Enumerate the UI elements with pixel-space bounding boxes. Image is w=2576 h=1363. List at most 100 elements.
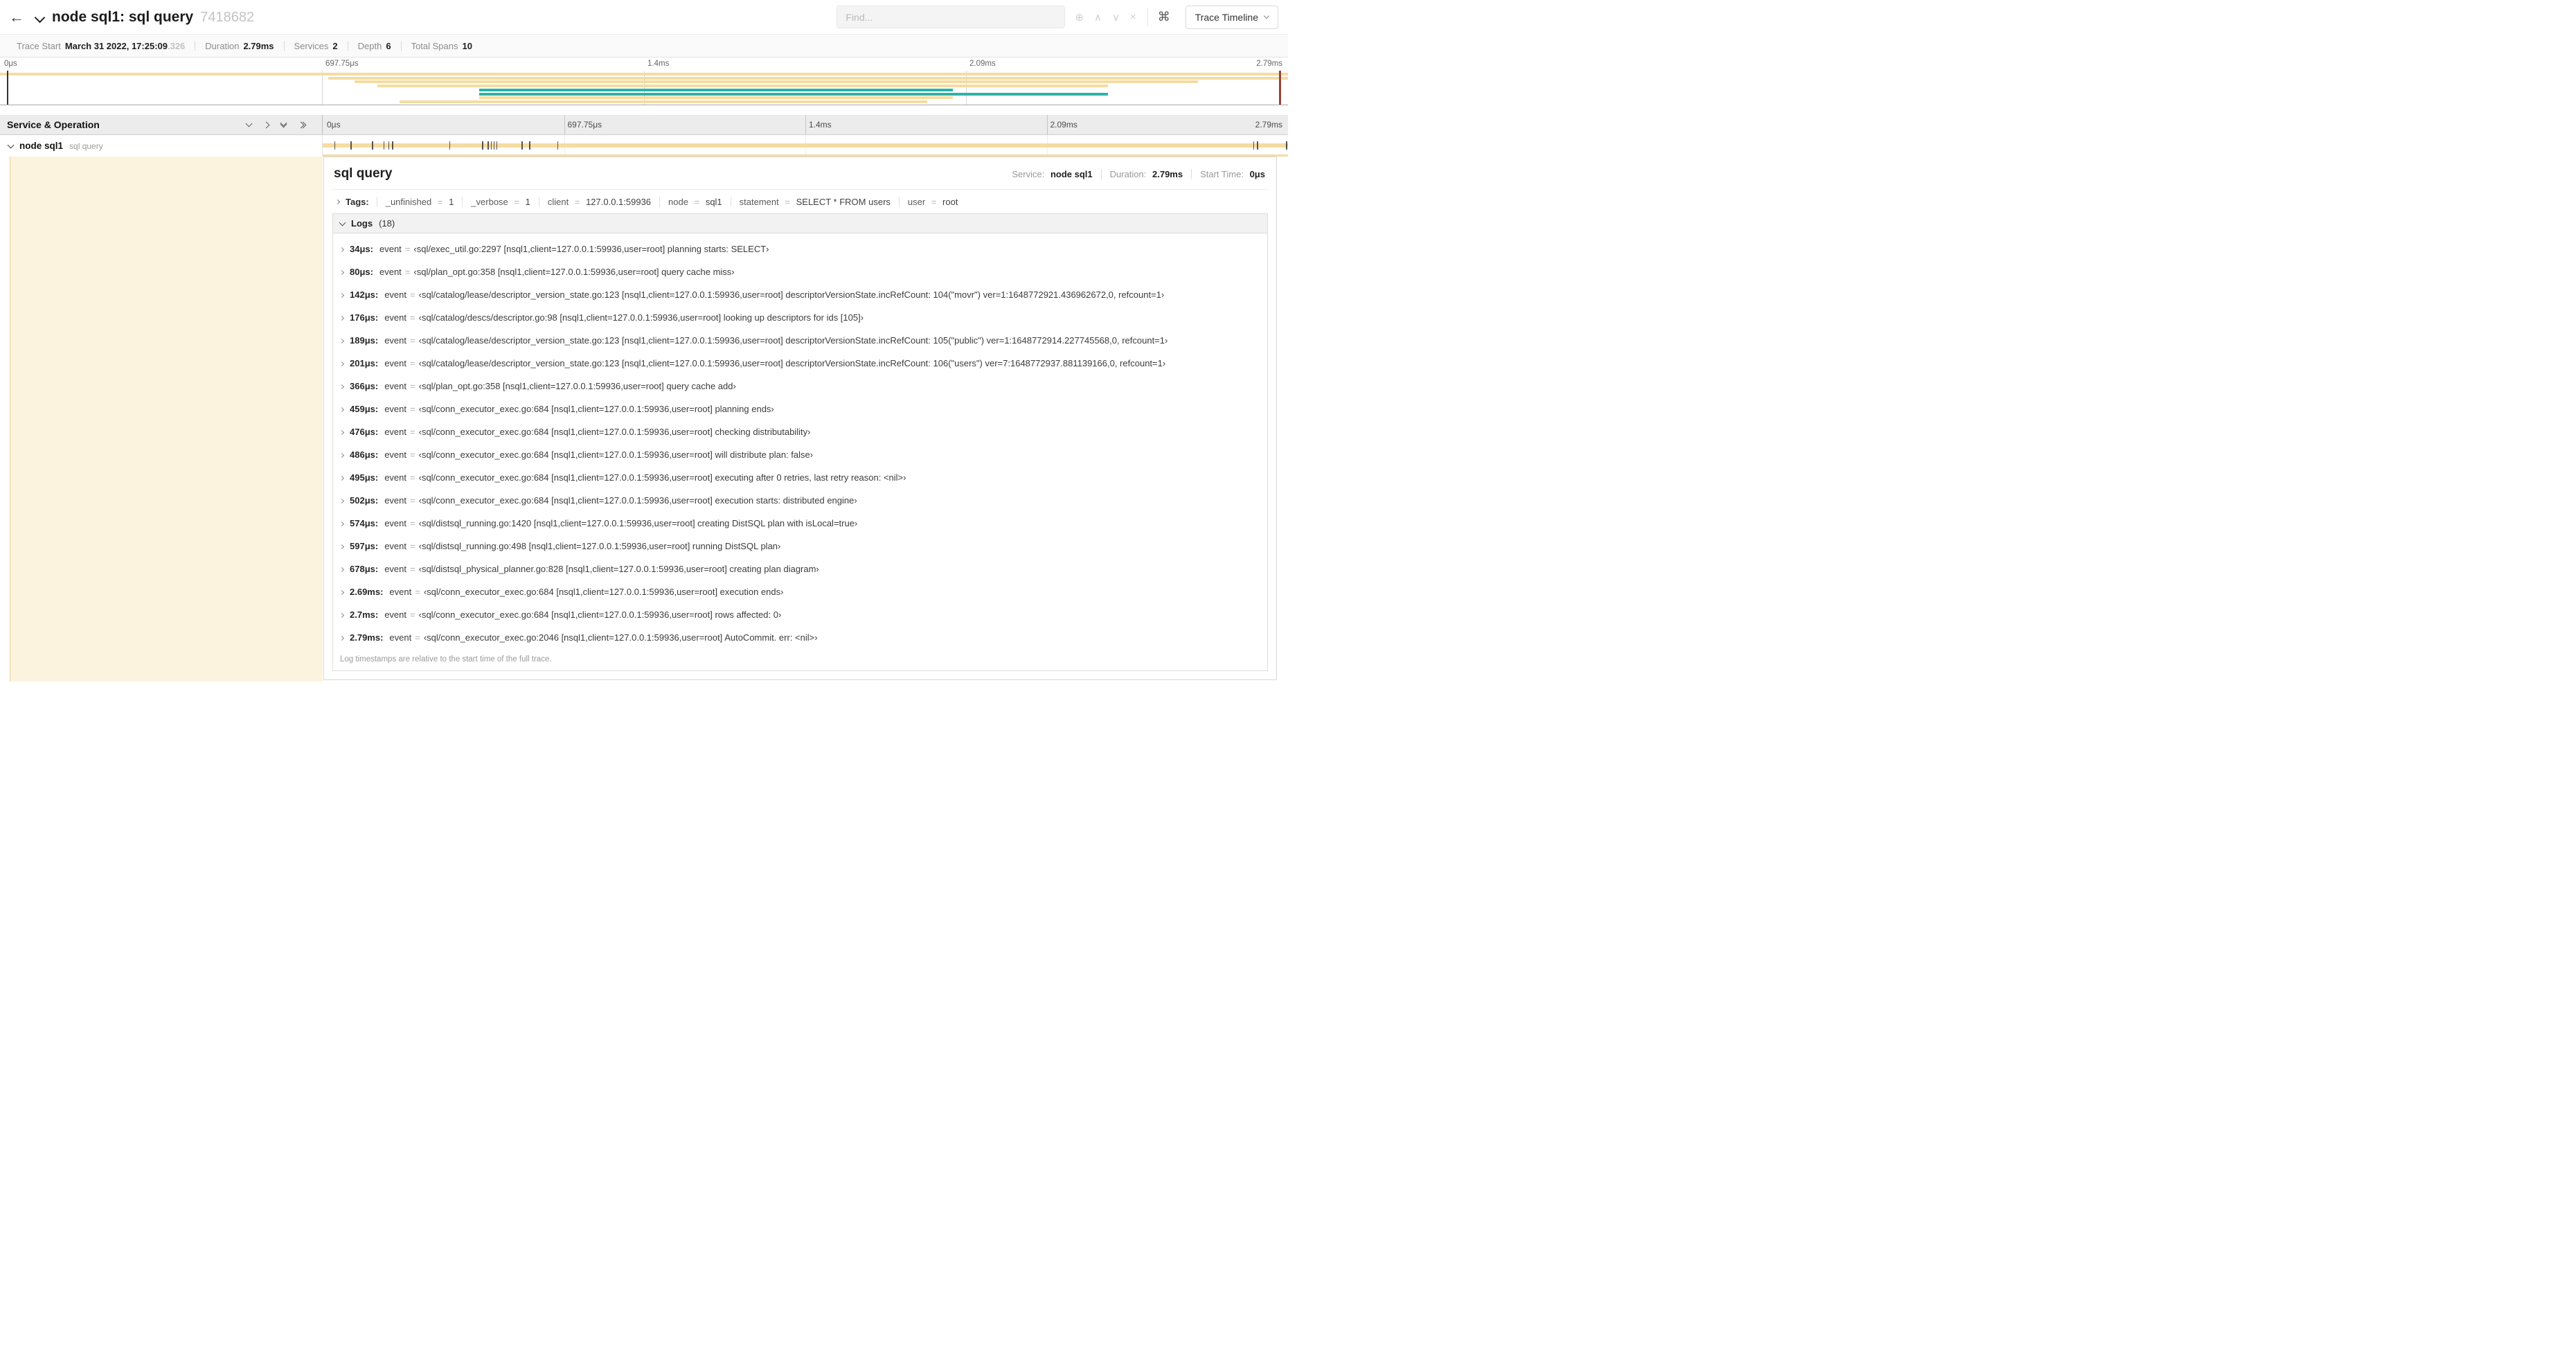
log-text: event = ‹sql/plan_opt.go:358 [nsql1,client… xyxy=(379,267,735,277)
time-tick-label: 0μs xyxy=(4,60,17,68)
log-entry[interactable]: 2.7ms: event = ‹sql/conn_executor_exec.go:… xyxy=(339,609,1260,620)
log-entry[interactable]: 502μs: event = ‹sql/conn_executor_exec.go:… xyxy=(339,495,1260,506)
tag-key: node xyxy=(668,197,688,207)
view-selector-label: Trace Timeline xyxy=(1195,11,1258,23)
find-next-icon[interactable]: ∨ xyxy=(1112,11,1120,24)
log-key: event xyxy=(384,427,407,437)
trace-timeline-page: ← node sql1: sql query 7418682 ⊕ ∧ ∨ × ⌘… xyxy=(0,0,1288,682)
log-value: ‹sql/catalog/lease/descriptor_version_st… xyxy=(418,289,1165,300)
logs-header[interactable]: Logs (18) xyxy=(333,214,1267,233)
log-value: ‹sql/conn_executor_exec.go:2046 [nsql1,c… xyxy=(423,632,818,643)
log-timestamp: 459μs: xyxy=(350,404,379,414)
log-entry[interactable]: 366μs: event = ‹sql/plan_opt.go:358 [nsql1… xyxy=(339,381,1260,391)
log-entry[interactable]: 80μs: event = ‹sql/plan_opt.go:358 [nsql1,… xyxy=(339,267,1260,277)
span-row[interactable]: node sql1 sql query xyxy=(0,135,1288,157)
log-value: ‹sql/catalog/lease/descriptor_version_st… xyxy=(418,358,1166,368)
log-equals: = xyxy=(410,495,415,506)
collapse-controls xyxy=(241,119,319,131)
log-entry[interactable]: 2.69ms: event = ‹sql/conn_executor_exec.go… xyxy=(339,587,1260,597)
span-detail-panel: sql query Service: node sql1 Duration: 2… xyxy=(323,157,1288,682)
header-toolbar: ⊕ ∧ ∨ × ⌘ Trace Timeline xyxy=(837,5,1288,29)
timeline-grid-header: Service & Operation 0μs 697.75μs 1.4ms 2.09… xyxy=(0,115,1288,135)
span-detail-title: sql query xyxy=(334,166,393,181)
log-entry[interactable]: 476μs: event = ‹sql/conn_executor_exec.go:… xyxy=(339,427,1260,437)
log-entry[interactable]: 34μs: event = ‹sql/exec_util.go:2297 [nsql… xyxy=(339,244,1260,254)
expand-one-button[interactable] xyxy=(258,119,274,131)
minimap-left-handle[interactable] xyxy=(7,71,8,105)
minimap-canvas[interactable] xyxy=(0,71,1288,105)
log-entry[interactable]: 459μs: event = ‹sql/conn_executor_exec.go:… xyxy=(339,404,1260,414)
log-entry[interactable]: 574μs: event = ‹sql/distsql_running.go:142… xyxy=(339,518,1260,528)
tag-item: client = 127.0.0.1:59936 xyxy=(538,197,659,207)
log-marker-tick xyxy=(557,141,559,150)
chevron-right-icon xyxy=(262,121,270,128)
trace-stat: Services 2 xyxy=(283,40,348,51)
log-key: event xyxy=(389,587,412,597)
log-equals: = xyxy=(410,541,415,551)
log-timestamp: 366μs: xyxy=(350,381,379,391)
back-button[interactable]: ← xyxy=(0,0,33,34)
tags-list: _unfinished = 1 _verbose = 1 client = 12… xyxy=(376,197,967,207)
log-value: ‹sql/conn_executor_exec.go:684 [nsql1,cl… xyxy=(418,449,814,460)
span-bar[interactable] xyxy=(323,143,1288,148)
log-entry[interactable]: 201μs: event = ‹sql/catalog/lease/descript… xyxy=(339,358,1260,368)
minimap-right-handle[interactable] xyxy=(1279,71,1281,105)
span-meta-item: Service: node sql1 xyxy=(1003,169,1100,179)
log-timestamp: 678μs: xyxy=(350,564,379,574)
log-value: ‹sql/conn_executor_exec.go:684 [nsql1,cl… xyxy=(418,609,782,620)
chevron-right-icon xyxy=(339,612,345,618)
minimap-span-bar xyxy=(478,88,954,91)
find-locate-icon[interactable]: ⊕ xyxy=(1075,11,1084,24)
log-value: ‹sql/distsql_running.go:1420 [nsql1,clie… xyxy=(418,518,858,528)
chevron-right-icon xyxy=(339,589,345,596)
chevron-right-icon xyxy=(339,475,345,481)
log-entry[interactable]: 495μs: event = ‹sql/conn_executor_exec.go:… xyxy=(339,472,1260,483)
span-timeline-cell[interactable] xyxy=(323,135,1288,157)
tag-key: _unfinished xyxy=(385,197,432,207)
find-input[interactable] xyxy=(837,6,1066,28)
trace-header: ← node sql1: sql query 7418682 ⊕ ∧ ∨ × ⌘… xyxy=(0,0,1288,34)
log-value: ‹sql/catalog/lease/descriptor_version_st… xyxy=(418,335,1168,346)
log-entry[interactable]: 486μs: event = ‹sql/conn_executor_exec.go:… xyxy=(339,449,1260,460)
tag-item: _verbose = 1 xyxy=(462,197,539,207)
log-text: event = ‹sql/catalog/descs/descriptor.go:9… xyxy=(384,312,864,323)
tag-value: 127.0.0.1:59936 xyxy=(586,197,652,207)
trace-collapse-chevron[interactable] xyxy=(34,12,46,23)
chevron-down-icon[interactable] xyxy=(7,141,15,148)
log-marker-tick xyxy=(334,141,336,150)
log-equals: = xyxy=(410,609,415,620)
log-equals: = xyxy=(410,404,415,414)
gridline xyxy=(966,71,967,105)
log-marker-tick xyxy=(350,141,352,150)
log-key: event xyxy=(384,312,407,323)
collapse-one-button[interactable] xyxy=(241,120,257,130)
detail-gutter xyxy=(0,157,10,682)
keyboard-shortcuts-button[interactable]: ⌘ xyxy=(1147,8,1180,26)
log-marker-tick xyxy=(521,141,523,150)
stat-value: March 31 2022, 17:25:09 xyxy=(64,40,168,51)
trace-minimap[interactable]: 0μs 697.75μs 1.4ms 2.09ms 2.79ms xyxy=(0,59,1288,105)
collapse-all-button[interactable] xyxy=(276,119,292,130)
log-timestamp: 189μs: xyxy=(350,335,379,346)
time-tick-label: 697.75μs xyxy=(567,120,602,130)
time-tick-label: 0μs xyxy=(327,120,341,130)
find-clear-icon[interactable]: × xyxy=(1130,11,1136,23)
tag-key: user xyxy=(907,197,926,207)
span-detail-header: sql query Service: node sql1 Duration: 2… xyxy=(332,164,1268,190)
view-selector-button[interactable]: Trace Timeline xyxy=(1185,5,1278,29)
log-entry[interactable]: 142μs: event = ‹sql/catalog/lease/descript… xyxy=(339,289,1260,300)
find-prev-icon[interactable]: ∧ xyxy=(1094,11,1102,24)
tags-row[interactable]: Tags: _unfinished = 1 _verbose = 1 clien… xyxy=(332,190,1268,213)
log-equals: = xyxy=(410,358,415,368)
log-entry[interactable]: 678μs: event = ‹sql/distsql_physical_plann… xyxy=(339,564,1260,574)
log-entry[interactable]: 2.79ms: event = ‹sql/conn_executor_exec.go… xyxy=(339,632,1260,643)
expand-all-button[interactable] xyxy=(293,119,311,131)
span-row-name[interactable]: node sql1 sql query xyxy=(0,135,323,157)
meta-label: Start Time: xyxy=(1200,168,1244,179)
log-entry[interactable]: 597μs: event = ‹sql/distsql_running.go:498… xyxy=(339,541,1260,551)
chevron-right-icon xyxy=(339,567,345,573)
log-key: event xyxy=(384,335,407,346)
log-entry[interactable]: 189μs: event = ‹sql/catalog/lease/descript… xyxy=(339,335,1260,346)
chevron-right-icon xyxy=(339,384,345,390)
log-entry[interactable]: 176μs: event = ‹sql/catalog/descs/descript… xyxy=(339,312,1260,323)
